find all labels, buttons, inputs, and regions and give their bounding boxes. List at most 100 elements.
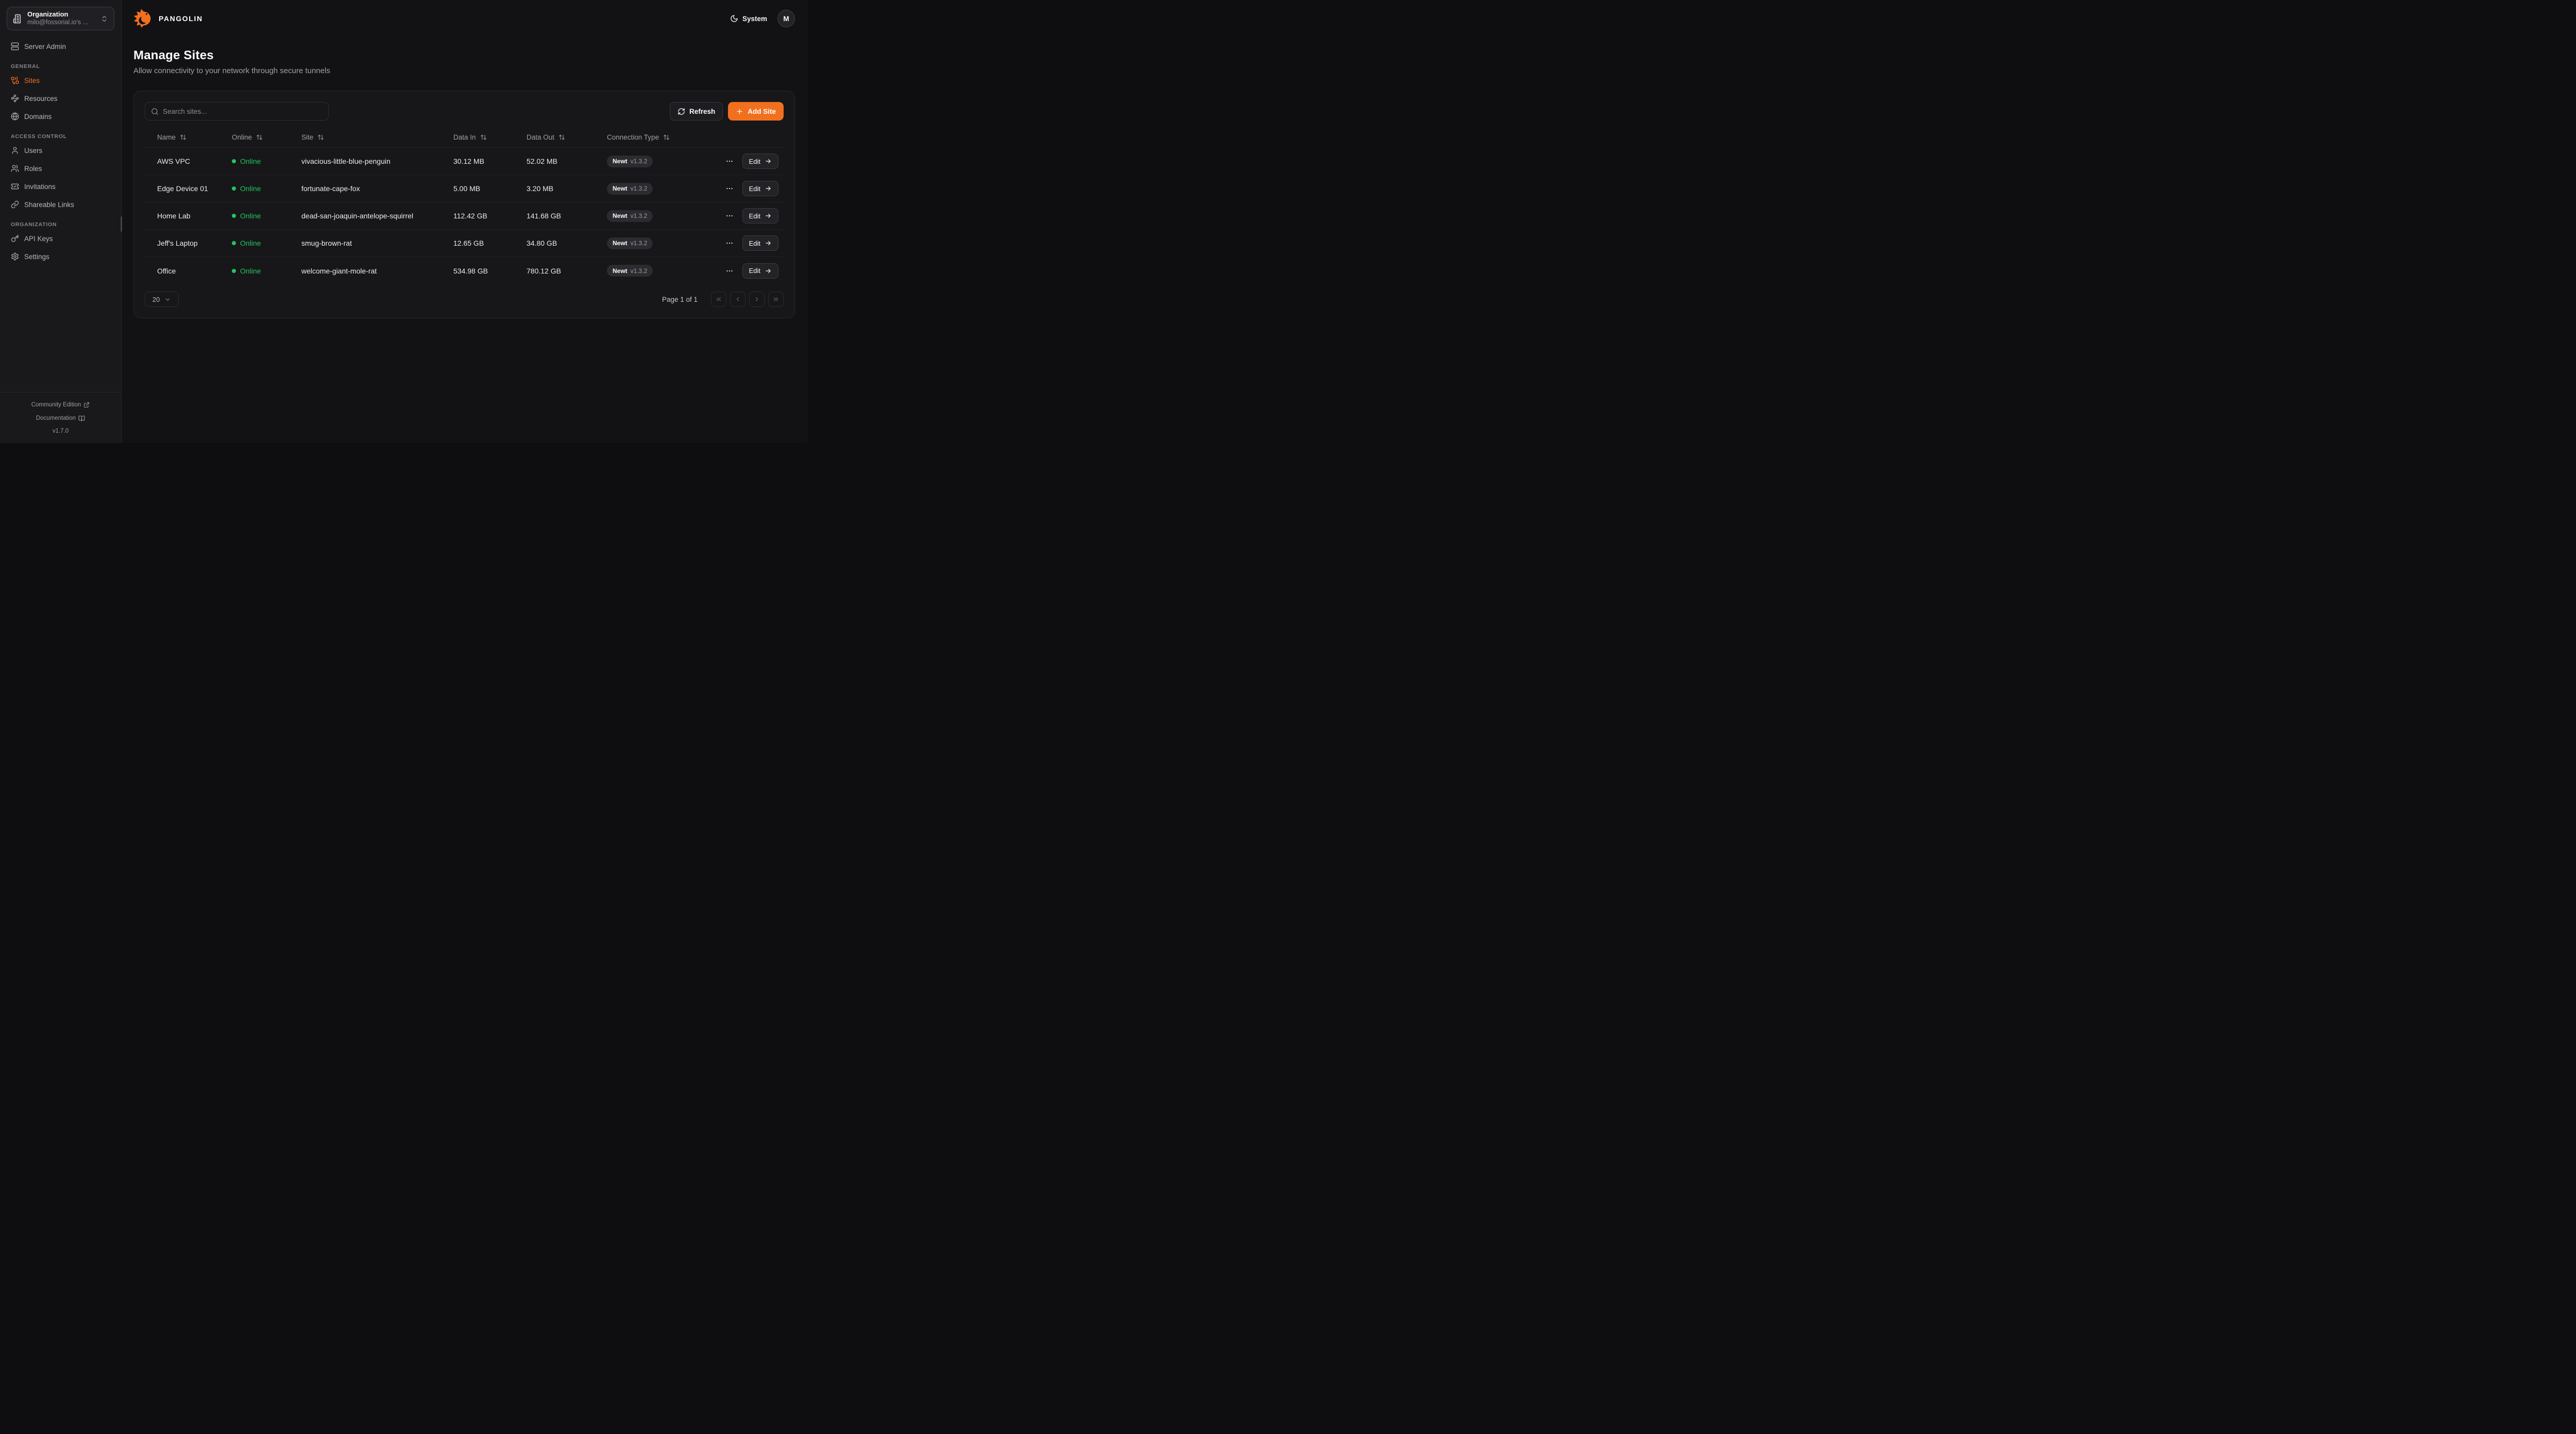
section-label-access-control: ACCESS CONTROL [11, 133, 110, 140]
row-menu-button[interactable] [724, 211, 735, 221]
refresh-button[interactable]: Refresh [670, 102, 723, 121]
users-icon [11, 164, 19, 173]
table-header-row: Name Online Site Data In Data Out Connec… [145, 127, 784, 148]
community-edition-link[interactable]: Community Edition [31, 399, 90, 411]
badge-type: Newt [613, 158, 628, 165]
column-header-name[interactable]: Name [145, 133, 219, 141]
status-label: Online [240, 267, 261, 275]
org-picker[interactable]: Organization milo@fossorial.io's ... [7, 7, 114, 30]
documentation-link[interactable]: Documentation [36, 413, 85, 424]
sidebar-item-users[interactable]: Users [7, 143, 114, 158]
sidebar: Organization milo@fossorial.io's ... Ser… [0, 0, 122, 443]
sidebar-item-label: Shareable Links [24, 201, 74, 209]
cell-actions: Edit [713, 263, 784, 279]
version-label: v1.7.0 [5, 425, 116, 437]
cell-status: Online [219, 157, 289, 165]
sidebar-item-api-keys[interactable]: API Keys [7, 231, 114, 246]
page-size-value: 20 [152, 296, 160, 303]
online-dot-icon [232, 241, 236, 245]
row-menu-button[interactable] [724, 266, 735, 276]
brand-logo[interactable]: PANGOLIN [133, 8, 203, 29]
ellipsis-icon [725, 239, 734, 247]
external-link-icon [83, 402, 90, 408]
badge-type: Newt [613, 212, 628, 219]
column-label: Data Out [527, 133, 554, 141]
column-label: Connection Type [607, 133, 659, 141]
sidebar-item-roles[interactable]: Roles [7, 161, 114, 176]
sites-card: Refresh Add Site Name Online Site Data I… [133, 91, 795, 318]
sidebar-item-settings[interactable]: Settings [7, 249, 114, 264]
table-row: Office Online welcome-giant-mole-rat 534… [145, 257, 784, 284]
sort-icon [256, 134, 263, 141]
gear-icon [11, 252, 19, 261]
column-header-data-out[interactable]: Data Out [514, 133, 595, 141]
edit-button[interactable]: Edit [742, 263, 778, 279]
edit-label: Edit [749, 212, 760, 220]
section-label-organization: ORGANIZATION [11, 221, 110, 228]
cell-site: fortunate-cape-fox [289, 184, 441, 193]
chevrons-right-icon [772, 296, 779, 303]
column-header-data-in[interactable]: Data In [441, 133, 514, 141]
online-dot-icon [232, 186, 236, 191]
column-header-site[interactable]: Site [289, 133, 441, 141]
sidebar-item-invitations[interactable]: Invitations [7, 179, 114, 194]
sort-icon [480, 134, 487, 141]
edit-button[interactable]: Edit [742, 153, 778, 169]
cell-name: Home Lab [145, 212, 219, 220]
next-page-button[interactable] [749, 292, 765, 307]
edit-label: Edit [749, 267, 760, 275]
sidebar-item-label: Domains [24, 113, 52, 121]
sidebar-item-shareable-links[interactable]: Shareable Links [7, 197, 114, 212]
status-label: Online [240, 212, 261, 220]
org-picker-value: milo@fossorial.io's ... [27, 19, 88, 27]
chevrons-up-down-icon [100, 15, 108, 23]
theme-toggle[interactable]: System [730, 14, 767, 23]
cell-actions: Edit [713, 181, 784, 196]
edit-button[interactable]: Edit [742, 181, 778, 196]
status-label: Online [240, 239, 261, 247]
edit-button[interactable]: Edit [742, 235, 778, 251]
cell-connection-type: Newtv1.3.2 [595, 210, 713, 222]
sidebar-item-sites[interactable]: Sites [7, 73, 114, 88]
prev-page-button[interactable] [730, 292, 745, 307]
page-head: Manage Sites Allow connectivity to your … [133, 48, 795, 75]
sort-icon [558, 134, 565, 141]
search-input[interactable] [163, 108, 323, 115]
sidebar-resize-handle[interactable] [121, 216, 122, 232]
edit-button[interactable]: Edit [742, 208, 778, 224]
cell-actions: Edit [713, 153, 784, 169]
cell-site: welcome-giant-mole-rat [289, 267, 441, 275]
sidebar-item-server-admin[interactable]: Server Admin [7, 39, 114, 54]
connection-type-badge: Newtv1.3.2 [607, 210, 653, 222]
cell-data-in: 30.12 MB [441, 157, 514, 165]
pangolin-logo-icon [133, 8, 154, 29]
sidebar-item-label: Sites [24, 77, 40, 84]
ellipsis-icon [725, 212, 734, 220]
ellipsis-icon [725, 184, 734, 193]
online-dot-icon [232, 269, 236, 273]
sidebar-item-label: Roles [24, 165, 42, 173]
row-menu-button[interactable] [724, 238, 735, 248]
connection-type-badge: Newtv1.3.2 [607, 156, 653, 167]
column-header-connection-type[interactable]: Connection Type [595, 133, 713, 141]
ellipsis-icon [725, 157, 734, 165]
column-label: Site [301, 133, 313, 141]
sidebar-item-label: Users [24, 147, 42, 155]
chevron-left-icon [734, 296, 741, 303]
last-page-button[interactable] [768, 292, 784, 307]
sidebar-item-domains[interactable]: Domains [7, 109, 114, 124]
column-header-online[interactable]: Online [219, 133, 289, 141]
card-toolbar: Refresh Add Site [145, 102, 784, 121]
sidebar-item-resources[interactable]: Resources [7, 91, 114, 106]
page-size-select[interactable]: 20 [145, 292, 179, 307]
sort-icon [180, 134, 187, 141]
row-menu-button[interactable] [724, 183, 735, 194]
first-page-button[interactable] [711, 292, 726, 307]
row-menu-button[interactable] [724, 156, 735, 166]
cell-name: AWS VPC [145, 157, 219, 165]
arrow-right-icon [765, 158, 772, 165]
add-site-button[interactable]: Add Site [728, 102, 784, 121]
avatar[interactable]: M [777, 10, 795, 27]
cell-connection-type: Newtv1.3.2 [595, 265, 713, 277]
waypoints-icon [11, 94, 19, 103]
